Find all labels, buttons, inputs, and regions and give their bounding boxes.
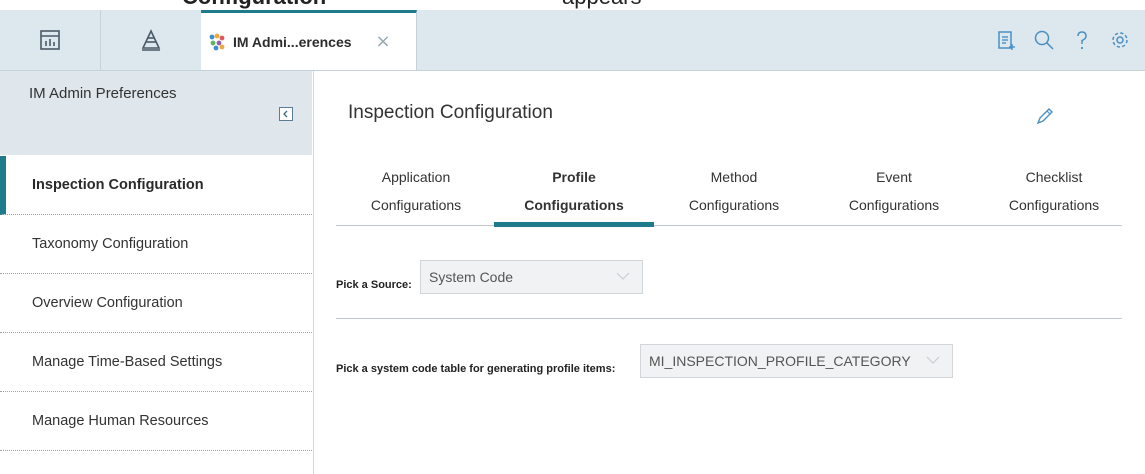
sidebar-item-label: Manage Human Resources xyxy=(32,413,209,429)
tab-method-configurations[interactable]: Method Configurations xyxy=(654,159,814,225)
source-select[interactable]: System Code xyxy=(420,260,643,294)
sidebar-header: IM Admin Preferences xyxy=(0,71,312,155)
collapse-sidebar-button[interactable] xyxy=(279,107,293,121)
help-icon xyxy=(1077,31,1087,50)
page-title: Inspection Configuration xyxy=(348,102,553,123)
sidebar-item-taxonomy-configuration[interactable]: Taxonomy Configuration xyxy=(0,215,312,274)
configuration-tabs: Application Configurations Profile Confi… xyxy=(336,159,1122,227)
tab-label-line1: Checklist xyxy=(1025,169,1083,185)
tab-label-line2: Configurations xyxy=(370,197,462,213)
sidebar-title: IM Admin Preferences xyxy=(29,85,177,102)
chevron-down-icon xyxy=(616,272,630,280)
chevron-down-icon xyxy=(926,356,940,364)
code-table-select[interactable]: MI_INSPECTION_PROFILE_CATEGORY xyxy=(640,344,953,378)
tab-label-line1: Event xyxy=(876,169,912,185)
home-dashboard-button[interactable] xyxy=(0,10,101,70)
source-select-value: System Code xyxy=(429,269,514,285)
top-icon-group xyxy=(987,10,1145,70)
tab-application-configurations[interactable]: Application Configurations xyxy=(336,159,496,225)
tab-checklist-configurations[interactable]: Checklist Configurations xyxy=(974,159,1134,225)
tab-label-line2: Configurations xyxy=(688,197,780,213)
close-tab-button[interactable]: × xyxy=(376,31,391,52)
tab-label-line1: Profile xyxy=(552,169,596,185)
settings-gear-icon xyxy=(1112,32,1128,48)
settings-button[interactable] xyxy=(1101,21,1139,59)
sidebar-item-inspection-configuration[interactable]: Inspection Configuration xyxy=(0,156,312,215)
section-divider xyxy=(336,318,1122,319)
sidebar-item-manage-time-based-settings[interactable]: Manage Time-Based Settings xyxy=(0,333,312,392)
tab-label-line2: Configurations xyxy=(1008,197,1100,213)
pencil-icon xyxy=(1036,108,1053,125)
home-dashboard-icon xyxy=(40,30,60,50)
tab-profile-configurations[interactable]: Profile Configurations xyxy=(494,159,654,227)
sidebar-item-label: Overview Configuration xyxy=(32,295,183,311)
chevron-left-icon xyxy=(283,110,288,118)
edit-button[interactable] xyxy=(1033,104,1057,128)
search-button[interactable] xyxy=(1025,21,1063,59)
caption-word: Configuration xyxy=(182,0,326,8)
tab-label-line2: Configurations xyxy=(848,197,940,213)
sidebar-item-label: Taxonomy Configuration xyxy=(32,236,189,252)
launcher-icon xyxy=(141,29,161,51)
tab-label-line2: Configurations xyxy=(524,197,624,213)
sidebar-item-label: Manage Time-Based Settings xyxy=(32,354,223,370)
clipboard-icon xyxy=(998,31,1015,50)
sidebar-item-label: Inspection Configuration xyxy=(32,177,204,193)
caption-tail: appears xyxy=(562,0,642,8)
sidebar-item-overview-configuration[interactable]: Overview Configuration xyxy=(0,274,312,333)
clipboard-button[interactable] xyxy=(987,21,1025,59)
launcher-button[interactable] xyxy=(101,10,202,70)
help-button[interactable] xyxy=(1063,21,1101,59)
source-label: Pick a Source: xyxy=(336,279,412,291)
active-tab-underline xyxy=(494,222,654,227)
top-bar: IM Admi...erences × xyxy=(0,10,1145,71)
tab-event-configurations[interactable]: Event Configurations xyxy=(814,159,974,225)
open-tab-im-admin-preferences[interactable]: IM Admi...erences × xyxy=(201,10,417,70)
sidebar-item-manage-human-resources[interactable]: Manage Human Resources xyxy=(0,392,312,451)
tab-label-line1: Application xyxy=(381,169,451,185)
tab-label-line1: Method xyxy=(710,169,758,185)
code-table-label: Pick a system code table for generating … xyxy=(336,363,616,375)
search-icon xyxy=(1034,30,1054,50)
sidebar: IM Admin Preferences Inspection Configur… xyxy=(0,71,314,474)
tab-title: IM Admi...erences xyxy=(233,33,352,50)
code-table-select-value: MI_INSPECTION_PROFILE_CATEGORY xyxy=(649,353,911,369)
document-caption: Configuration appears xyxy=(0,0,1145,10)
main-content: Inspection Configuration Application Con… xyxy=(314,71,1145,474)
tab-app-icon xyxy=(209,33,225,50)
